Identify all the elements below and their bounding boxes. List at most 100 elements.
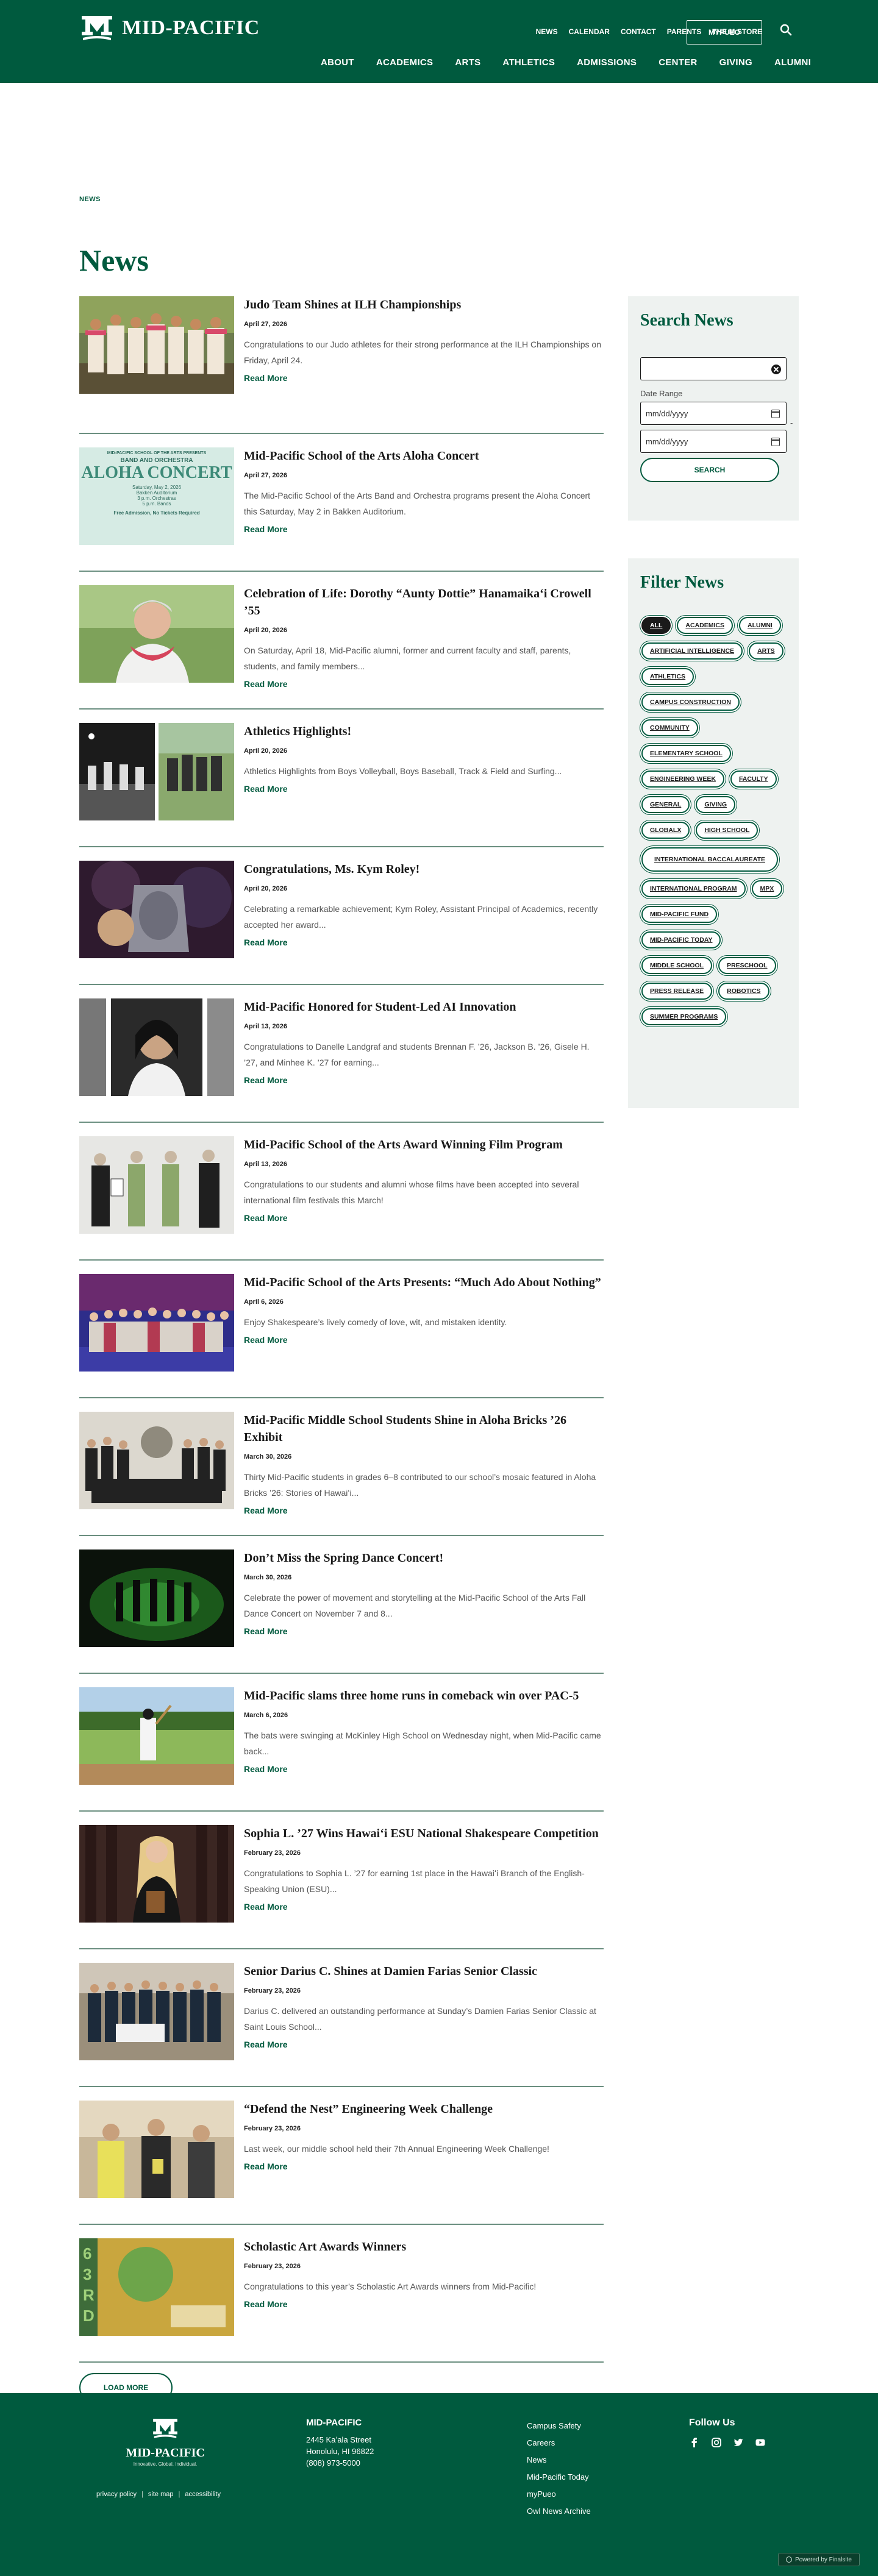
youtube-icon[interactable] (755, 2437, 766, 2448)
read-more-link[interactable]: Read More (244, 679, 288, 689)
filter-tag[interactable]: COMMUNITY (641, 719, 698, 736)
breadcrumb[interactable]: NEWS (79, 196, 101, 203)
calendar-icon[interactable] (771, 438, 780, 446)
filter-tag[interactable]: MIDDLE SCHOOL (641, 957, 713, 974)
clear-icon[interactable] (771, 365, 781, 374)
read-more-link[interactable]: Read More (244, 1764, 288, 1774)
footer-logo[interactable]: MID-PACIFIC Innovative. Global. Individu… (120, 2416, 211, 2467)
filter-tag[interactable]: FACULTY (730, 770, 777, 788)
news-thumbnail[interactable] (79, 296, 234, 394)
filter-tag[interactable]: GIVING (696, 796, 736, 813)
footer-link[interactable]: Owl News Archive (527, 2503, 591, 2520)
filter-tag[interactable]: INTERNATIONAL PROGRAM (641, 880, 746, 897)
search-input[interactable] (640, 357, 787, 380)
read-more-link[interactable]: Read More (244, 1626, 288, 1636)
filter-tag[interactable]: MID-PACIFIC TODAY (641, 931, 721, 948)
filter-tag[interactable]: ROBOTICS (718, 983, 769, 1000)
news-thumbnail[interactable]: 63RD (79, 2238, 234, 2336)
news-title[interactable]: Mid-Pacific slams three home runs in com… (244, 1687, 604, 1704)
news-title[interactable]: Mid-Pacific School of the Arts Aloha Con… (244, 447, 604, 464)
nav-giving[interactable]: GIVING (708, 57, 763, 68)
filter-tag[interactable]: MPX (751, 880, 783, 897)
read-more-link[interactable]: Read More (244, 2040, 288, 2049)
read-more-link[interactable]: Read More (244, 2161, 288, 2171)
news-title[interactable]: Mid-Pacific School of the Arts Award Win… (244, 1136, 604, 1153)
news-title[interactable]: “Defend the Nest” Engineering Week Chall… (244, 2101, 604, 2118)
twitter-icon[interactable] (733, 2437, 744, 2448)
nav-athletics[interactable]: ATHLETICS (491, 57, 566, 68)
news-thumbnail[interactable] (79, 998, 234, 1096)
news-title[interactable]: Athletics Highlights! (244, 723, 604, 740)
filter-tag[interactable]: GENERAL (641, 796, 690, 813)
end-date-field[interactable]: mm/dd/yyyy (640, 430, 787, 453)
start-date-field[interactable]: mm/dd/yyyy (640, 402, 787, 425)
site-map-link[interactable]: site map (148, 2491, 174, 2498)
privacy-policy-link[interactable]: privacy policy (96, 2491, 137, 2498)
news-title[interactable]: Celebration of Life: Dorothy “Aunty Dott… (244, 585, 604, 619)
calendar-icon[interactable] (771, 410, 780, 418)
phone-link[interactable]: (808) 973-5000 (306, 2457, 374, 2469)
read-more-link[interactable]: Read More (244, 1506, 288, 1515)
nav-alumni[interactable]: ALUMNI (763, 57, 822, 68)
read-more-link[interactable]: Read More (244, 784, 288, 794)
mypueo-button[interactable]: MYPUEO (687, 20, 762, 44)
news-thumbnail[interactable] (79, 1412, 234, 1509)
filter-tag[interactable]: SUMMER PROGRAMS (641, 1008, 727, 1025)
news-thumbnail[interactable]: MID-PACIFIC SCHOOL OF THE ARTS PRESENTS … (79, 447, 234, 545)
filter-tag[interactable]: ELEMENTARY SCHOOL (641, 745, 731, 762)
filter-tag-all[interactable]: ALL (641, 617, 671, 634)
read-more-link[interactable]: Read More (244, 524, 288, 534)
news-thumbnail[interactable] (79, 585, 234, 683)
filter-tag[interactable]: PRESCHOOL (718, 957, 776, 974)
read-more-link[interactable]: Read More (244, 373, 288, 383)
nav-academics[interactable]: ACADEMICS (365, 57, 444, 68)
news-title[interactable]: Senior Darius C. Shines at Damien Farias… (244, 1963, 604, 1980)
footer-link[interactable]: Campus Safety (527, 2418, 591, 2435)
news-thumbnail[interactable] (79, 861, 234, 958)
read-more-link[interactable]: Read More (244, 1902, 288, 1912)
news-title[interactable]: Scholastic Art Awards Winners (244, 2238, 604, 2255)
filter-tag[interactable]: ACADEMICS (677, 617, 733, 634)
news-thumbnail[interactable] (79, 723, 234, 820)
footer-link[interactable]: News (527, 2452, 591, 2469)
news-title[interactable]: Judo Team Shines at ILH Championships (244, 296, 604, 313)
read-more-link[interactable]: Read More (244, 1075, 288, 1085)
news-title[interactable]: Sophia L. ’27 Wins Hawaiʻi ESU National … (244, 1825, 604, 1842)
filter-tag[interactable]: ENGINEERING WEEK (641, 770, 724, 788)
footer-link[interactable]: Careers (527, 2435, 591, 2452)
filter-tag[interactable]: GLOBALX (641, 822, 690, 839)
powered-by-badge[interactable]: Powered by Finalsite (778, 2553, 860, 2566)
util-link-calendar[interactable]: CALENDAR (569, 27, 610, 36)
read-more-link[interactable]: Read More (244, 1335, 288, 1345)
news-thumbnail[interactable] (79, 2101, 234, 2198)
nav-admissions[interactable]: ADMISSIONS (566, 57, 648, 68)
filter-tag[interactable]: ARTIFICIAL INTELLIGENCE (641, 642, 743, 660)
facebook-icon[interactable] (689, 2437, 700, 2448)
util-link-news[interactable]: NEWS (536, 27, 558, 36)
news-title[interactable]: Mid-Pacific Middle School Students Shine… (244, 1412, 604, 1446)
read-more-link[interactable]: Read More (244, 1213, 288, 1223)
logo-link[interactable]: MID-PACIFIC (79, 13, 260, 43)
read-more-link[interactable]: Read More (244, 938, 288, 947)
news-title[interactable]: Congratulations, Ms. Kym Roley! (244, 861, 604, 878)
search-button[interactable]: SEARCH (640, 458, 779, 482)
filter-tag[interactable]: INTERNATIONAL BACCALAUREATE (641, 847, 778, 872)
filter-tag[interactable]: ARTS (749, 642, 783, 660)
news-title[interactable]: Mid-Pacific Honored for Student-Led AI I… (244, 998, 604, 1016)
filter-tag[interactable]: ATHLETICS (641, 668, 694, 685)
news-thumbnail[interactable] (79, 1136, 234, 1234)
footer-link[interactable]: Mid-Pacific Today (527, 2469, 591, 2486)
news-title[interactable]: Don’t Miss the Spring Dance Concert! (244, 1550, 604, 1567)
accessibility-link[interactable]: accessibility (185, 2491, 221, 2498)
search-icon[interactable] (779, 23, 793, 37)
footer-link[interactable]: myPueo (527, 2486, 591, 2503)
filter-tag[interactable]: CAMPUS CONSTRUCTION (641, 694, 740, 711)
nav-arts[interactable]: ARTS (444, 57, 491, 68)
news-thumbnail[interactable] (79, 1825, 234, 1923)
filter-tag[interactable]: HIGH SCHOOL (696, 822, 758, 839)
filter-tag[interactable]: PRESS RELEASE (641, 983, 713, 1000)
news-title[interactable]: Mid-Pacific School of the Arts Presents:… (244, 1274, 604, 1291)
filter-tag[interactable]: MID-PACIFIC FUND (641, 906, 718, 923)
read-more-link[interactable]: Read More (244, 2299, 288, 2309)
news-thumbnail[interactable] (79, 1550, 234, 1647)
